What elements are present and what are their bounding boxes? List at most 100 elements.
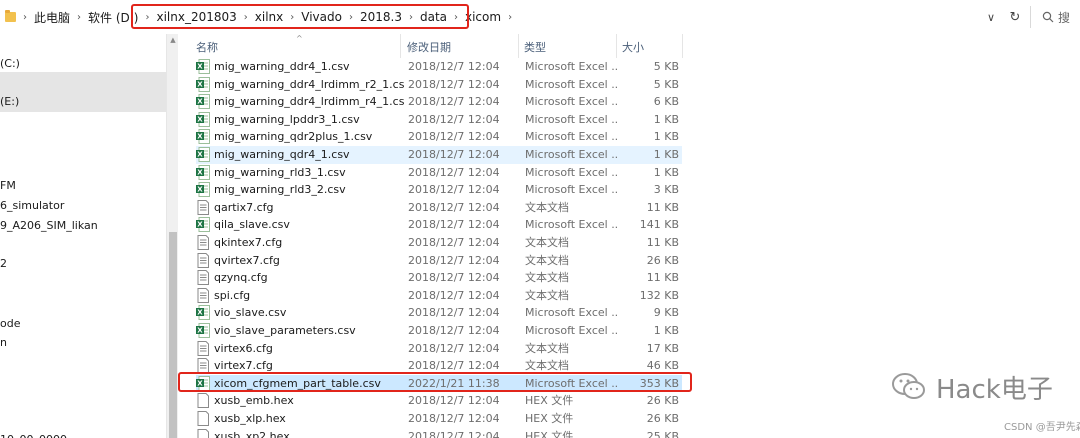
file-type: Microsoft Excel ... bbox=[525, 95, 617, 109]
file-type: 文本文档 bbox=[525, 236, 569, 249]
file-size: 25 KB bbox=[646, 429, 679, 438]
file-type: Microsoft Excel ... bbox=[525, 324, 617, 337]
file-name: mig_warning_ddr4_1.csv bbox=[214, 60, 350, 73]
excel-icon: X bbox=[196, 305, 210, 321]
file-row[interactable]: xusb_xp2.hex 2018/12/7 12:04 HEX 文件 25 KB bbox=[196, 428, 682, 438]
file-type: Microsoft Excel ... bbox=[525, 130, 617, 144]
sidebar-item[interactable]: 10_00_0000 bbox=[0, 432, 67, 438]
divider bbox=[1030, 6, 1031, 28]
file-date: 2018/12/7 12:04 bbox=[408, 412, 500, 425]
chevron-right-icon[interactable]: › bbox=[505, 12, 515, 23]
file-date: 2018/12/7 12:04 bbox=[408, 236, 500, 249]
file-date: 2018/12/7 12:04 bbox=[408, 165, 500, 179]
file-row[interactable]: Xmig_warning_ddr4_lrdimm_r2_1.csv 2018/12… bbox=[196, 76, 682, 94]
file-row[interactable]: qvirtex7.cfg 2018/12/7 12:04 文本文档 26 KB bbox=[196, 252, 682, 270]
sidebar-item[interactable]: 9_A206_SIM_likan bbox=[0, 218, 98, 234]
file-name: qkintex7.cfg bbox=[214, 236, 283, 249]
file-size: 6 KB bbox=[653, 95, 679, 109]
refresh-icon[interactable]: ↻ bbox=[1004, 6, 1026, 28]
file-type: Microsoft Excel ... bbox=[525, 183, 617, 197]
file-row[interactable]: xusb_xlp.hex 2018/12/7 12:04 HEX 文件 26 KB bbox=[196, 410, 682, 428]
svg-text:X: X bbox=[197, 115, 203, 123]
chevron-down-icon[interactable]: ∨ bbox=[980, 6, 1002, 28]
svg-text:X: X bbox=[197, 98, 203, 106]
column-divider[interactable] bbox=[682, 34, 683, 58]
file-row[interactable]: Xmig_warning_qdr4_1.csv 2018/12/7 12:04 Mi… bbox=[196, 146, 682, 164]
file-row[interactable]: Xmig_warning_qdr2plus_1.csv 2018/12/7 12:… bbox=[196, 128, 682, 146]
file-type: Microsoft Excel ... bbox=[525, 218, 617, 232]
search-input[interactable]: 搜 bbox=[1036, 6, 1080, 28]
svg-text:X: X bbox=[197, 327, 203, 335]
excel-icon: X bbox=[196, 129, 210, 145]
column-divider[interactable] bbox=[518, 34, 519, 58]
file-size: 17 KB bbox=[646, 341, 679, 355]
sidebar-item[interactable]: FM bbox=[0, 178, 16, 194]
svg-text:X: X bbox=[197, 309, 203, 317]
column-header-date[interactable]: 修改日期 bbox=[407, 38, 451, 58]
file-type: Microsoft Excel ... bbox=[525, 77, 617, 91]
search-placeholder: 搜 bbox=[1058, 10, 1071, 25]
file-type: 文本文档 bbox=[525, 341, 569, 355]
chevron-right-icon[interactable]: › bbox=[20, 12, 30, 23]
sidebar-selected-item[interactable] bbox=[0, 72, 166, 112]
file-row[interactable]: Xmig_warning_ddr4_lrdimm_r4_1.csv 2018/12… bbox=[196, 93, 682, 111]
text-file-icon bbox=[197, 287, 209, 303]
svg-text:X: X bbox=[197, 133, 203, 141]
search-icon bbox=[1042, 11, 1054, 23]
file-row[interactable]: Xmig_warning_rld3_1.csv 2018/12/7 12:04 Mi… bbox=[196, 164, 682, 182]
file-date: 2018/12/7 12:04 bbox=[408, 341, 500, 355]
file-name: mig_warning_qdr2plus_1.csv bbox=[214, 130, 373, 144]
file-row[interactable]: Xvio_slave.csv 2018/12/7 12:04 Microsoft E… bbox=[196, 304, 682, 322]
file-date: 2018/12/7 12:04 bbox=[408, 394, 500, 408]
column-header-type[interactable]: 类型 bbox=[524, 38, 546, 58]
sidebar-item[interactable]: n bbox=[0, 335, 7, 351]
excel-icon: X bbox=[196, 111, 210, 127]
path-highlight-box bbox=[131, 4, 469, 29]
file-size: 1 KB bbox=[653, 324, 679, 337]
scrollbar-thumb[interactable] bbox=[169, 232, 177, 438]
file-row[interactable]: qartix7.cfg 2018/12/7 12:04 文本文档 11 KB bbox=[196, 199, 682, 217]
file-row[interactable]: Xmig_warning_ddr4_1.csv 2018/12/7 12:04 Mi… bbox=[196, 58, 682, 76]
file-row[interactable]: virtex6.cfg 2018/12/7 12:04 文本文档 17 KB bbox=[196, 340, 682, 358]
file-size: 26 KB bbox=[646, 253, 679, 267]
file-name: qvirtex7.cfg bbox=[214, 253, 280, 267]
file-row[interactable]: qzynq.cfg 2018/12/7 12:04 文本文档 11 KB bbox=[196, 269, 682, 287]
file-name: xusb_xlp.hex bbox=[214, 412, 286, 425]
file-icon bbox=[197, 428, 209, 438]
file-type: Microsoft Excel ... bbox=[525, 148, 617, 161]
excel-icon: X bbox=[196, 164, 210, 180]
file-type: Microsoft Excel ... bbox=[525, 60, 617, 73]
file-name: xusb_emb.hex bbox=[214, 394, 294, 408]
file-date: 2018/12/7 12:04 bbox=[408, 429, 500, 438]
file-date: 2018/12/7 12:04 bbox=[408, 271, 500, 285]
file-date: 2018/12/7 12:04 bbox=[408, 324, 500, 337]
file-row[interactable]: Xvio_slave_parameters.csv 2018/12/7 12:04… bbox=[196, 322, 682, 340]
file-name: mig_warning_rld3_2.csv bbox=[214, 183, 346, 197]
file-row[interactable]: qkintex7.cfg 2018/12/7 12:04 文本文档 11 KB bbox=[196, 234, 682, 252]
file-row[interactable]: Xqila_slave.csv 2018/12/7 12:04 Microsoft … bbox=[196, 216, 682, 234]
sidebar-item[interactable]: 6_simulator bbox=[0, 198, 64, 214]
sidebar-item-c-drive[interactable]: (C:) bbox=[0, 56, 20, 72]
file-icon bbox=[197, 411, 209, 426]
file-name: vio_slave.csv bbox=[214, 306, 287, 320]
file-row[interactable]: Xmig_warning_rld3_2.csv 2018/12/7 12:04 Mi… bbox=[196, 181, 682, 199]
file-date: 2018/12/7 12:04 bbox=[408, 306, 500, 320]
file-row[interactable]: Xmig_warning_lpddr3_1.csv 2018/12/7 12:04… bbox=[196, 111, 682, 129]
watermark-credit: CSDN @吾尹先森 bbox=[1004, 422, 1080, 433]
chevron-right-icon[interactable]: › bbox=[74, 12, 84, 23]
file-type: HEX 文件 bbox=[525, 394, 574, 408]
column-divider[interactable] bbox=[616, 34, 617, 58]
file-type: Microsoft Excel ... bbox=[525, 165, 617, 179]
file-row[interactable]: xusb_emb.hex 2018/12/7 12:04 HEX 文件 26 KB bbox=[196, 392, 682, 410]
text-file-icon bbox=[197, 199, 209, 215]
breadcrumb-item[interactable]: 此电脑 bbox=[30, 9, 74, 26]
sidebar-scrollbar[interactable]: ▲ bbox=[166, 34, 178, 438]
sidebar-item[interactable]: 2 bbox=[0, 256, 7, 272]
column-header-size[interactable]: 大小 bbox=[622, 38, 644, 58]
sidebar-item-e-drive[interactable]: (E:) bbox=[0, 94, 19, 110]
sidebar-item[interactable]: ode bbox=[0, 316, 20, 332]
column-divider[interactable] bbox=[400, 34, 401, 58]
file-row[interactable]: spi.cfg 2018/12/7 12:04 文本文档 132 KB bbox=[196, 287, 682, 305]
scroll-up-icon[interactable]: ▲ bbox=[169, 36, 177, 44]
column-header-name[interactable]: 名称 bbox=[196, 38, 218, 58]
